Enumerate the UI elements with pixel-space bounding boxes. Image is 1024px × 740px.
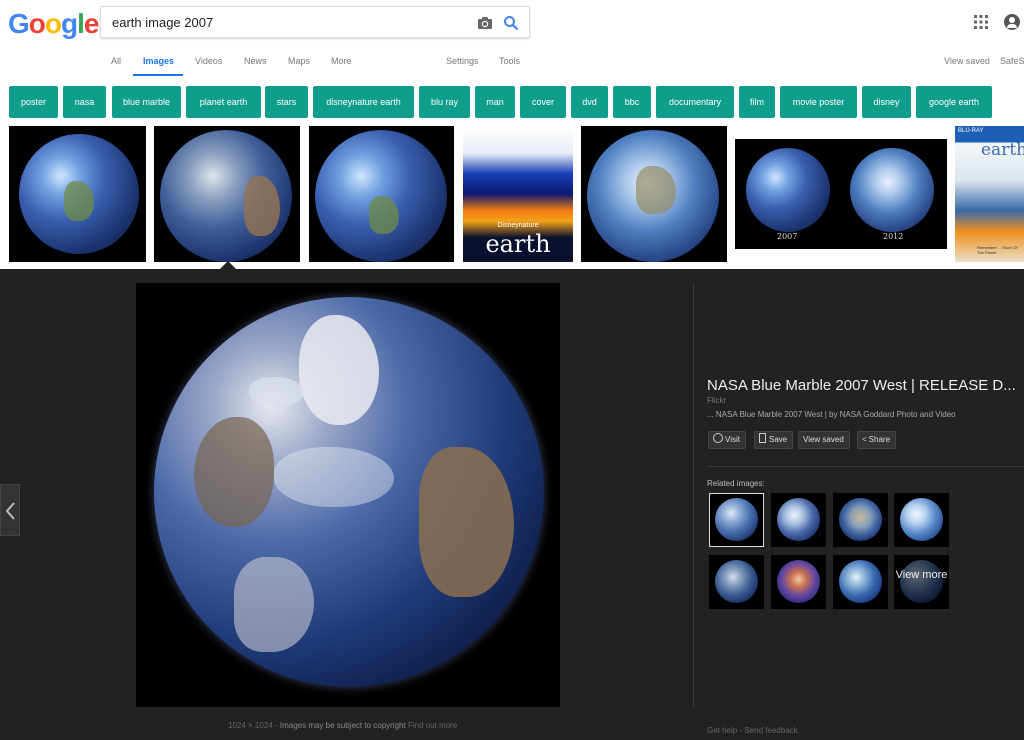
earth-globe [154, 297, 544, 687]
separator: - [274, 721, 278, 730]
share-icon: < [862, 435, 867, 444]
google-logo[interactable]: Google [8, 8, 99, 40]
related-images-label: Related images: [707, 479, 765, 488]
chip-film[interactable]: film [739, 86, 775, 118]
year-2012-label: 2012 [883, 232, 904, 241]
save-button[interactable]: Save [754, 431, 794, 449]
separator: - [739, 726, 743, 735]
year-2007-label: 2007 [777, 232, 798, 241]
chip-dvd[interactable]: dvd [571, 86, 608, 118]
related-image-4[interactable] [894, 493, 949, 547]
related-image-2[interactable] [771, 493, 826, 547]
related-image-6[interactable] [771, 555, 826, 609]
copyright-notice: Images may be subject to copyright [279, 721, 406, 730]
view-saved-link[interactable]: View saved [944, 56, 990, 66]
result-thumb-7-bluray[interactable]: BLU-RAY earth Remember ... Much Of The P… [955, 126, 1024, 262]
safesearch-link[interactable]: SafeS [1000, 56, 1024, 66]
search-input[interactable]: earth image 2007 [112, 15, 213, 30]
tab-more[interactable]: More [331, 56, 352, 66]
chip-man[interactable]: man [475, 86, 515, 118]
view-more-label: View more [895, 569, 948, 581]
send-feedback-link[interactable]: Send feedback [744, 726, 797, 735]
related-view-more-button[interactable]: View more [894, 555, 949, 609]
bluray-tagline: Remember ... Much Of The Planet [977, 245, 1018, 255]
image-description: ... NASA Blue Marble 2007 West | by NASA… [707, 410, 956, 419]
visit-button[interactable]: Visit [708, 431, 746, 449]
tab-images[interactable]: Images [143, 56, 174, 66]
settings-link[interactable]: Settings [446, 56, 479, 66]
help-footer: Get help - Send feedback [707, 726, 798, 735]
apps-grid-icon[interactable] [974, 15, 988, 29]
image-caption: 1024 × 1024 - Images may be subject to c… [228, 721, 457, 730]
selection-caret [220, 261, 236, 269]
chip-bbc[interactable]: bbc [613, 86, 651, 118]
chip-google-earth[interactable]: google earth [916, 86, 992, 118]
related-image-3[interactable] [833, 493, 888, 547]
section-divider [707, 466, 1024, 467]
tab-all[interactable]: All [111, 56, 121, 66]
related-image-1[interactable] [709, 493, 764, 547]
chip-poster[interactable]: poster [9, 86, 58, 118]
view-saved-button[interactable]: View saved [798, 431, 850, 449]
result-thumb-3[interactable] [309, 126, 454, 262]
related-image-7[interactable] [833, 555, 888, 609]
search-box[interactable]: earth image 2007 [100, 6, 530, 38]
poster-brand: Disneynature [497, 222, 539, 229]
share-button[interactable]: < Share [857, 431, 897, 449]
bookmark-icon [759, 433, 766, 443]
result-thumb-5[interactable] [581, 126, 727, 262]
image-dimensions: 1024 × 1024 [228, 721, 273, 730]
tools-link[interactable]: Tools [499, 56, 520, 66]
panel-divider [693, 283, 694, 707]
related-image-5[interactable] [709, 555, 764, 609]
account-avatar[interactable] [1004, 14, 1020, 30]
chip-planet-earth[interactable]: planet earth [186, 86, 261, 118]
chip-cover[interactable]: cover [520, 86, 566, 118]
previous-image-button[interactable] [0, 484, 20, 536]
get-help-link[interactable]: Get help [707, 726, 737, 735]
result-thumb-6-comparison[interactable]: 2007 2012 [735, 139, 947, 249]
active-tab-indicator [133, 74, 183, 76]
camera-icon[interactable] [477, 15, 493, 31]
chip-disneynature-earth[interactable]: disneynature earth [313, 86, 414, 118]
chip-nasa[interactable]: nasa [63, 86, 106, 118]
tab-news[interactable]: News [244, 56, 267, 66]
chip-documentary[interactable]: documentary [656, 86, 734, 118]
result-thumb-4-poster[interactable]: Disneynature earth [463, 126, 573, 262]
image-source: Flickr [707, 396, 727, 405]
bluray-title: earth [981, 140, 1024, 160]
chip-blue-marble[interactable]: blue marble [112, 86, 181, 118]
tab-videos[interactable]: Videos [195, 56, 222, 66]
image-title-link[interactable]: NASA Blue Marble 2007 West | RELEASE D..… [707, 377, 1024, 394]
preview-image[interactable] [136, 283, 560, 707]
tab-maps[interactable]: Maps [288, 56, 310, 66]
chip-blu-ray[interactable]: blu ray [419, 86, 470, 118]
search-icon[interactable] [503, 15, 519, 31]
result-thumb-2-selected[interactable] [154, 126, 300, 262]
find-out-more-link[interactable]: Find out more [408, 721, 457, 730]
globe-icon [713, 433, 723, 443]
bluray-brand: BLU-RAY [958, 128, 984, 134]
poster-title: earth [485, 230, 551, 258]
result-thumb-1[interactable] [9, 126, 146, 262]
chip-stars[interactable]: stars [265, 86, 308, 118]
chevron-left-icon [5, 502, 15, 520]
chip-movie-poster[interactable]: movie poster [780, 86, 857, 118]
chip-disney[interactable]: disney [862, 86, 911, 118]
